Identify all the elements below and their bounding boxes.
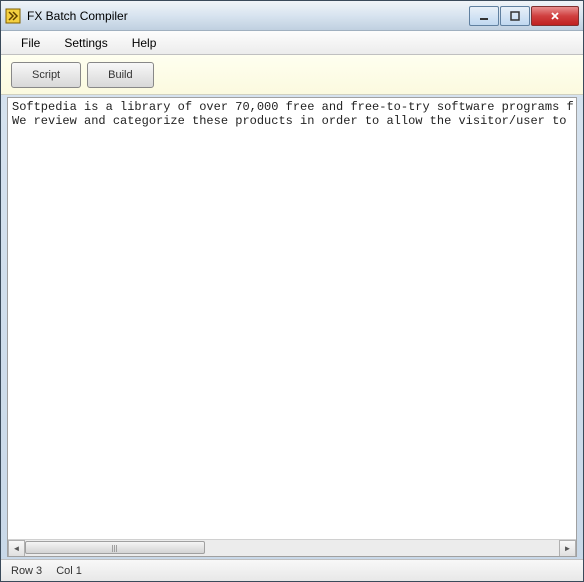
editor-line: We review and categorize these products … (12, 114, 574, 128)
minimize-button[interactable] (469, 6, 499, 26)
titlebar[interactable]: FX Batch Compiler (1, 1, 583, 31)
application-window: FX Batch Compiler File Settings Help Scr… (0, 0, 584, 582)
status-row: Row 3 (11, 565, 42, 577)
editor-line: Softpedia is a library of over 70,000 fr… (12, 100, 574, 114)
editor-area: Softpedia is a library of over 70,000 fr… (7, 97, 577, 557)
app-icon (5, 8, 21, 24)
build-button[interactable]: Build (87, 62, 153, 88)
editor-text[interactable]: Softpedia is a library of over 70,000 fr… (8, 98, 576, 539)
close-button[interactable] (531, 6, 579, 26)
script-button[interactable]: Script (11, 62, 81, 88)
maximize-button[interactable] (500, 6, 530, 26)
toolbar: Script Build (1, 55, 583, 95)
scroll-thumb[interactable] (25, 541, 205, 554)
scroll-track[interactable] (25, 540, 559, 557)
window-title: FX Batch Compiler (27, 9, 468, 23)
menu-help[interactable]: Help (120, 33, 169, 53)
statusbar: Row 3 Col 1 (1, 559, 583, 581)
menu-settings[interactable]: Settings (52, 33, 119, 53)
menubar: File Settings Help (1, 31, 583, 55)
scroll-right-arrow-icon[interactable]: ► (559, 540, 576, 557)
status-col: Col 1 (56, 565, 82, 577)
horizontal-scrollbar[interactable]: ◄ ► (8, 539, 576, 556)
window-controls (468, 6, 579, 26)
scroll-left-arrow-icon[interactable]: ◄ (8, 540, 25, 557)
menu-file[interactable]: File (9, 33, 52, 53)
